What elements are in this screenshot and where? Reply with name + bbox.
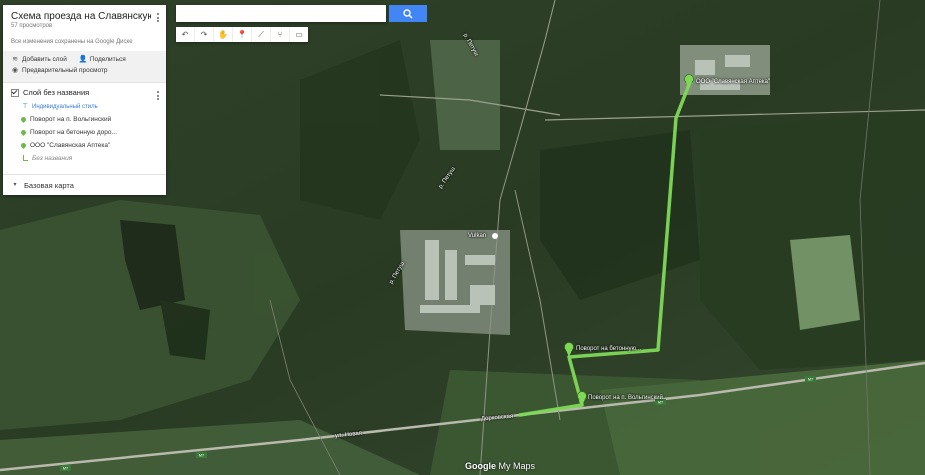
layer-name[interactable]: Слой без названия bbox=[23, 88, 89, 97]
view-count: 57 просмотров bbox=[11, 23, 53, 29]
preview-button[interactable]: ◉ Предварительный просмотр bbox=[11, 67, 108, 74]
redo-icon[interactable]: ↷ bbox=[195, 27, 214, 42]
layer-checkbox[interactable] bbox=[11, 88, 19, 97]
map-label-turn-concrete: Поворот на бетонную... bbox=[576, 346, 642, 352]
add-person-icon: 👤 bbox=[78, 56, 88, 63]
layer-section: Слой без названия ⊤ Индивидуальный стиль … bbox=[3, 83, 166, 175]
chevron-down-icon: ▾ bbox=[13, 182, 17, 188]
layers-icon: ≋ bbox=[12, 56, 18, 63]
map-label-turn-volginsky: Поворот на п. Вольгинский bbox=[588, 395, 663, 401]
layer-item[interactable]: Поворот на бетонную доро... bbox=[19, 128, 158, 137]
pin-icon bbox=[19, 115, 28, 124]
add-layer-button[interactable]: ≋ Добавить слой bbox=[11, 56, 67, 63]
map-layers-panel: Схема проезда на Славянскую ... 57 просм… bbox=[3, 5, 166, 195]
pin-icon bbox=[19, 128, 28, 137]
panel-actions: ≋ Добавить слой 👤 Поделиться ◉ Предваритель… bbox=[3, 51, 166, 82]
map-toolbar: ↶ ↷ ✋ 📍 ⟋ ⑂ ▭ bbox=[176, 27, 308, 42]
line-icon[interactable]: ⟋ bbox=[252, 27, 271, 42]
layer-item[interactable]: Без названия bbox=[21, 155, 158, 162]
eye-icon: ◉ bbox=[11, 67, 19, 74]
shield-label: M7 bbox=[63, 466, 69, 471]
hand-icon[interactable]: ✋ bbox=[214, 27, 233, 42]
panel-header: Схема проезда на Славянскую ... 57 просм… bbox=[3, 5, 166, 83]
share-button[interactable]: 👤 Поделиться bbox=[79, 56, 126, 63]
directions-icon[interactable]: ⑂ bbox=[271, 27, 290, 42]
shield-label: M7 bbox=[199, 453, 205, 458]
marker-icon[interactable]: 📍 bbox=[233, 27, 252, 42]
pin-icon bbox=[19, 141, 28, 150]
paint-roller-icon: ⊤ bbox=[21, 103, 29, 110]
map-title[interactable]: Схема проезда на Славянскую ... bbox=[11, 11, 151, 22]
undo-icon[interactable]: ↶ bbox=[176, 27, 195, 42]
search-button[interactable] bbox=[389, 5, 427, 22]
layer-item[interactable]: Поворот на п. Вольгинский bbox=[19, 115, 158, 124]
search-input[interactable] bbox=[176, 5, 386, 22]
place-pin-icon[interactable] bbox=[492, 233, 498, 239]
layer-options-icon[interactable] bbox=[157, 91, 160, 102]
individual-style-link[interactable]: ⊤ Индивидуальный стиль bbox=[21, 103, 158, 110]
google-mymaps-logo: Google My Maps bbox=[465, 461, 536, 471]
search-icon bbox=[403, 8, 413, 18]
ruler-icon[interactable]: ▭ bbox=[290, 27, 308, 42]
map-label-pharmacy: ООО "Славянская Аптека" bbox=[696, 79, 771, 85]
map-label-vulkan: Vulkan bbox=[468, 233, 487, 239]
save-status: Все изменения сохранены на Google Диске bbox=[11, 39, 133, 45]
layer-item[interactable]: ООО "Славянская Аптека" bbox=[19, 141, 158, 150]
shield-label: M7 bbox=[808, 377, 814, 382]
more-options-icon[interactable] bbox=[157, 13, 160, 24]
basemap-toggle[interactable]: ▾ Базовая карта bbox=[3, 175, 166, 195]
line-icon bbox=[21, 155, 28, 162]
